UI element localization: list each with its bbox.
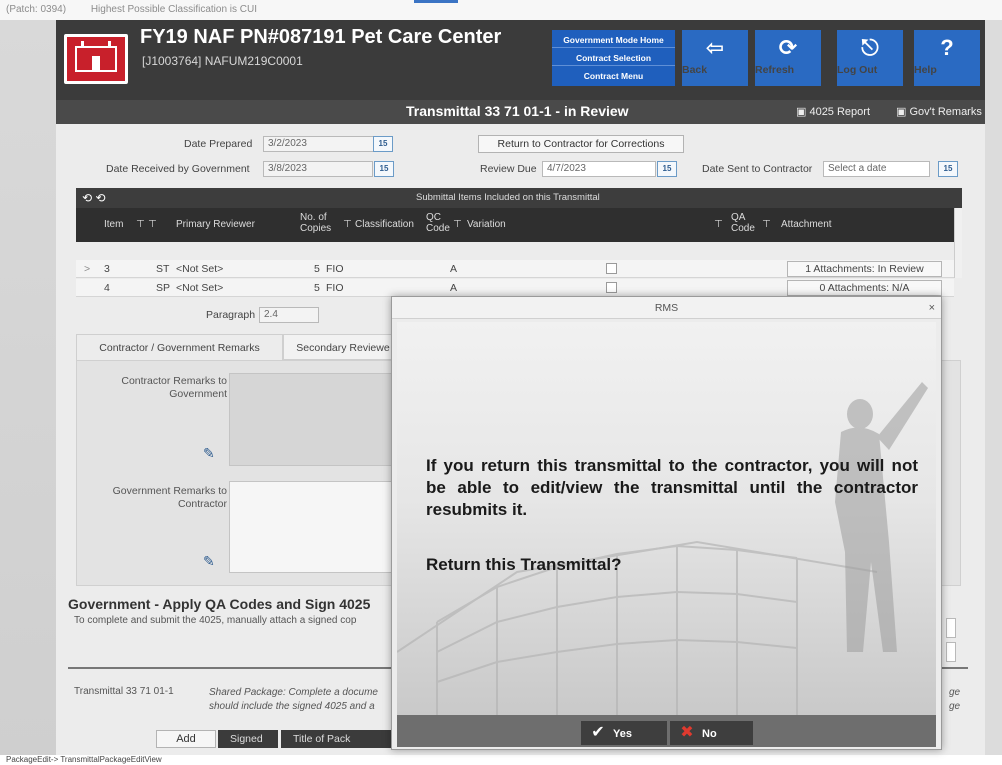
dialog-question: Return this Transmittal? <box>426 555 622 574</box>
dialog-footer: ✔ Yes ✖ No <box>397 715 936 747</box>
x-icon: ✖ <box>680 724 694 741</box>
confirm-dialog: RMS × If you return this transmittal to … <box>391 296 942 750</box>
no-button[interactable]: ✖ No <box>670 721 753 745</box>
dialog-message: If you return this transmittal to the co… <box>426 456 918 519</box>
yes-button[interactable]: ✔ Yes <box>581 721 667 745</box>
dialog-title: RMS × <box>392 297 941 319</box>
dialog-body: If you return this transmittal to the co… <box>397 322 936 715</box>
check-icon: ✔ <box>591 724 605 741</box>
close-icon[interactable]: × <box>929 297 935 319</box>
